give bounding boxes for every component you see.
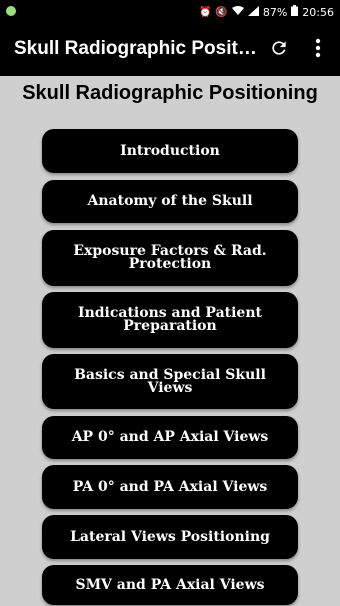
status-icons: ⏰ 🔇 87% 20:56 (199, 5, 334, 19)
refresh-button[interactable] (267, 36, 291, 60)
mute-icon: 🔇 (215, 6, 228, 18)
app-title: Skull Radiographic Positio... (14, 38, 262, 59)
overflow-menu-button[interactable] (306, 36, 330, 60)
menu-button-pa-views[interactable]: PA 0° and PA Axial Views (42, 465, 298, 509)
notification-icon (6, 6, 16, 16)
battery-icon (291, 5, 299, 19)
status-bar: ⏰ 🔇 87% 20:56 (0, 0, 340, 24)
clock: 20:56 (302, 5, 334, 19)
page-heading: Skull Radiographic Positioning (22, 82, 318, 104)
app-bar: Skull Radiographic Positio... (0, 24, 340, 76)
menu-button-basic-views[interactable]: Basics and Special Skull Views (42, 354, 298, 409)
wifi-icon (231, 5, 244, 19)
battery-percent: 87% (262, 5, 288, 19)
menu-button-introduction[interactable]: Introduction (42, 129, 298, 173)
signal-icon (247, 5, 259, 19)
menu-button-exposure-factors[interactable]: Exposure Factors & Rad. Protection (42, 230, 298, 286)
refresh-icon (272, 41, 286, 55)
menu-button-smv-views[interactable]: SMV and PA Axial Views (42, 565, 298, 605)
menu-button-ap-views[interactable]: AP 0° and AP Axial Views (42, 416, 298, 459)
alarm-icon: ⏰ (198, 6, 212, 18)
menu-button-lateral-views[interactable]: Lateral Views Positioning (42, 515, 298, 559)
menu-button-anatomy[interactable]: Anatomy of the Skull (42, 180, 298, 223)
more-vert-icon (315, 38, 321, 58)
menu-button-indications[interactable]: Indications and Patient Preparation (42, 292, 298, 348)
